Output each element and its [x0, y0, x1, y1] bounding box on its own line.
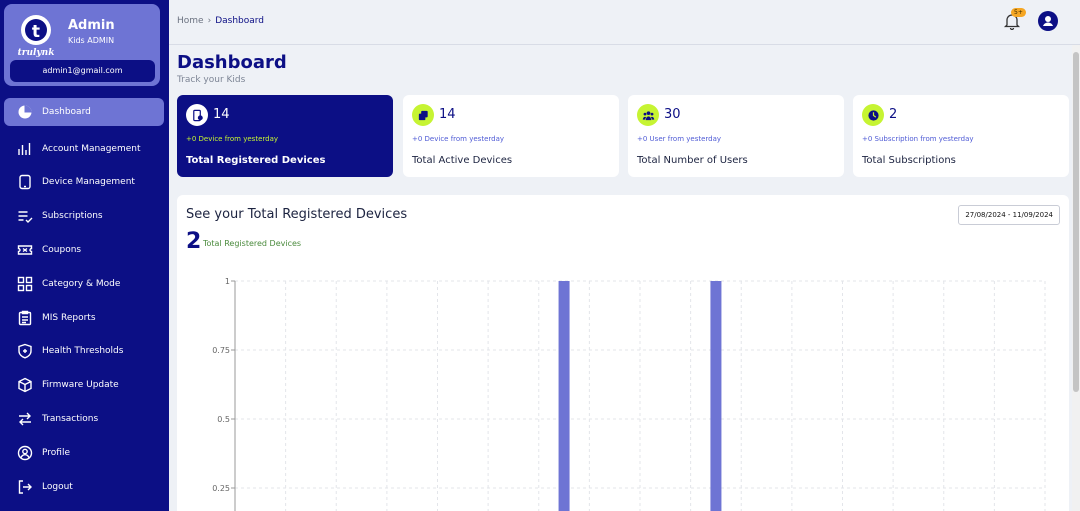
sidebar-item-label: Account Management: [42, 143, 141, 154]
logout-icon: [16, 478, 34, 496]
sidebar-item-profile[interactable]: Profile: [0, 436, 169, 470]
stat-value: 14: [213, 107, 230, 122]
box-icon: [16, 376, 34, 394]
stat-delta: +0 Device from yesterday: [412, 135, 505, 143]
sidebar-item-mis-reports[interactable]: MIS Reports: [0, 301, 169, 335]
stat-label: Total Subscriptions: [862, 155, 956, 166]
sidebar-item-label: MIS Reports: [42, 312, 96, 323]
registered-devices-chart: 1 0.75 0.5 0.25: [212, 277, 1046, 511]
ticket-icon: [16, 241, 34, 259]
stat-label: Total Number of Users: [637, 155, 748, 166]
bar: [710, 281, 722, 511]
scrollbar-thumb[interactable]: [1073, 52, 1079, 392]
stat-card-active-devices[interactable]: 14 +0 Device from yesterday Total Active…: [403, 95, 619, 177]
user-icon: [1043, 16, 1053, 26]
svg-text:trulynk: trulynk: [18, 48, 55, 58]
total-count-label: Total Registered Devices: [203, 239, 302, 248]
devices-icon: [412, 104, 434, 126]
sidebar-item-label: Transactions: [42, 414, 99, 425]
shield-icon: [16, 342, 34, 360]
breadcrumb-home[interactable]: Home: [177, 16, 204, 26]
users-icon: [637, 104, 659, 126]
notification-badge: 5+: [1011, 8, 1026, 17]
stat-value: 30: [664, 107, 681, 122]
sidebar-item-label: Health Thresholds: [42, 346, 124, 357]
tablet-icon: [16, 173, 34, 191]
sidebar-item-label: Logout: [42, 481, 73, 492]
stat-delta: +0 User from yesterday: [637, 135, 722, 143]
admin-email: admin1@gmail.com: [10, 60, 155, 82]
registered-devices-panel: 1 0.75 0.5 0.25 See your Total Registered D…: [177, 195, 1069, 511]
stat-delta: +0 Device from yesterday: [186, 135, 279, 143]
y-tick-label: 0.25: [212, 484, 230, 493]
sidebar-item-label: Firmware Update: [42, 380, 119, 391]
breadcrumb-current: Dashboard: [215, 16, 265, 26]
panel-title: See your Total Registered Devices: [186, 207, 408, 222]
bar: [558, 281, 570, 511]
y-tick-label: 1: [225, 277, 230, 286]
sidebar-item-label: Device Management: [42, 177, 135, 188]
sidebar-item-account-management[interactable]: Account Management: [0, 132, 169, 166]
svg-text:t: t: [32, 22, 40, 42]
sidebar-item-dashboard[interactable]: Dashboard: [4, 98, 164, 126]
stat-value: 14: [439, 107, 456, 122]
profile-card: t trulynk Admin Kids ADMIN admin1@gmail.…: [4, 4, 160, 86]
grid-icon: [16, 275, 34, 293]
breadcrumb-separator: ›: [207, 16, 212, 26]
list-check-icon: [16, 207, 34, 225]
y-tick-label: 0.5: [217, 415, 230, 424]
sidebar-item-firmware-update[interactable]: Firmware Update: [0, 368, 169, 402]
top-bar: Home › Dashboard 5+: [169, 0, 1080, 45]
stat-value: 2: [889, 107, 898, 122]
pie-chart-icon: [16, 103, 34, 121]
stat-label: Total Active Devices: [412, 155, 513, 166]
y-tick-label: 0.75: [212, 346, 230, 355]
trulynk-logo: t trulynk: [18, 15, 55, 58]
admin-name: Admin: [68, 18, 115, 33]
user-avatar-button[interactable]: [1038, 11, 1058, 31]
date-range-picker[interactable]: 27/08/2024 - 11/09/2024: [958, 205, 1060, 225]
stat-card-subscriptions[interactable]: 2 +0 Subscription from yesterday Total S…: [853, 95, 1069, 177]
user-icon: [16, 444, 34, 462]
stat-delta: +0 Subscription from yesterday: [862, 135, 974, 143]
page-subtitle: Track your Kids: [177, 75, 246, 85]
sidebar-item-label: Category & Mode: [42, 278, 121, 289]
stat-label: Total Registered Devices: [186, 155, 326, 166]
total-count: 2: [186, 229, 202, 254]
stat-card-users[interactable]: 30 +0 User from yesterday Total Number o…: [628, 95, 844, 177]
clipboard-icon: [16, 309, 34, 327]
sidebar: t trulynk Admin Kids ADMIN admin1@gmail.…: [0, 0, 169, 511]
sidebar-item-subscriptions[interactable]: Subscriptions: [0, 199, 169, 233]
sidebar-item-logout[interactable]: Logout: [0, 470, 169, 504]
sidebar-item-label: Profile: [42, 447, 70, 458]
sidebar-item-label: Dashboard: [42, 107, 91, 117]
sidebar-item-category-mode[interactable]: Category & Mode: [0, 267, 169, 301]
sidebar-item-label: Coupons: [42, 245, 82, 256]
bar-chart-icon: [16, 140, 34, 158]
arrows-icon: [16, 410, 34, 428]
sidebar-item-coupons[interactable]: Coupons: [0, 233, 169, 267]
breadcrumb: Home › Dashboard: [177, 16, 264, 26]
clock-icon: [862, 104, 884, 126]
sidebar-item-transactions[interactable]: Transactions: [0, 402, 169, 436]
sidebar-item-device-management[interactable]: Device Management: [0, 166, 169, 200]
sidebar-item-label: Subscriptions: [42, 211, 103, 222]
device-icon: [186, 104, 208, 126]
admin-role: Kids ADMIN: [68, 36, 115, 45]
sidebar-item-health-thresholds[interactable]: Health Thresholds: [0, 335, 169, 369]
sidebar-nav: Dashboard Account Management Device Mana…: [0, 98, 169, 504]
page-title: Dashboard: [177, 52, 287, 73]
stat-card-registered-devices[interactable]: 14 +0 Device from yesterday Total Regist…: [177, 95, 393, 177]
